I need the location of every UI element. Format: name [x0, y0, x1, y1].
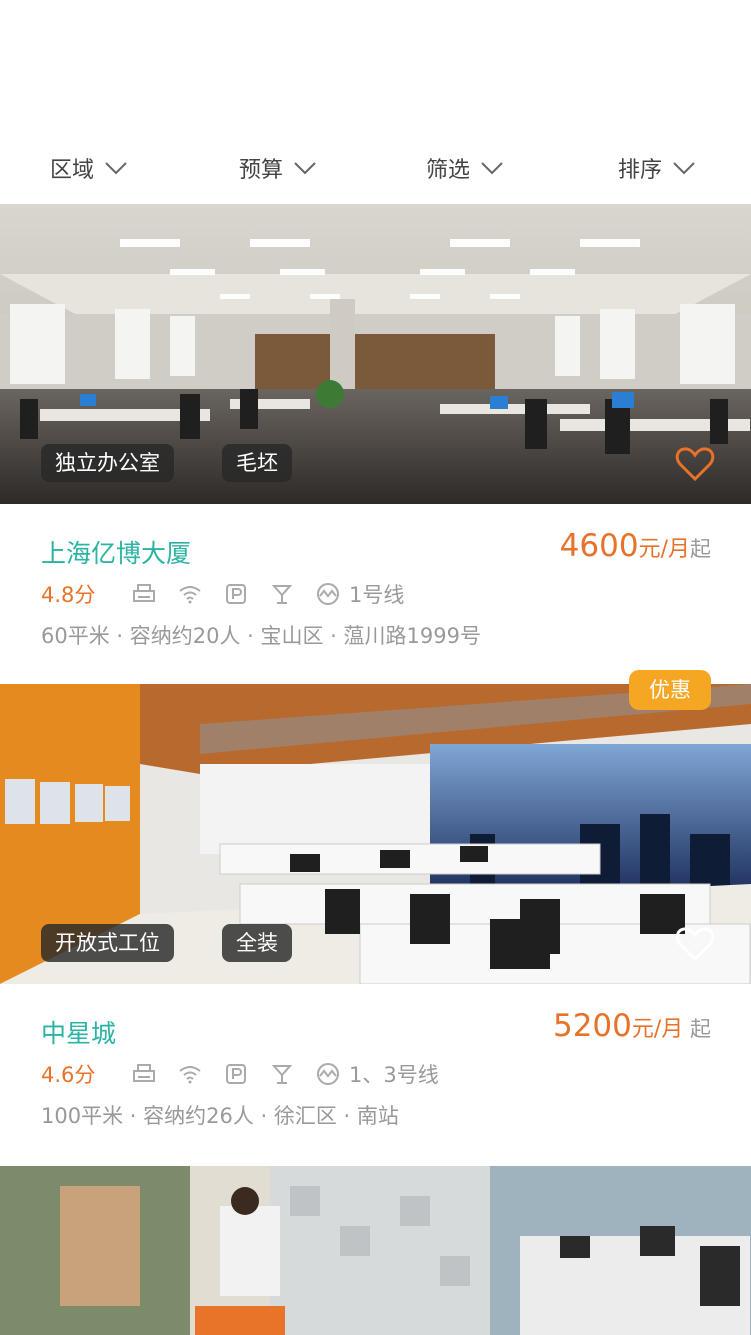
- promo-badge: 优惠: [629, 670, 711, 710]
- chevron-down-icon: [481, 162, 503, 175]
- listing-tag-decoration: 毛坯: [222, 444, 292, 482]
- metro-lines: 1、3号线: [349, 1063, 439, 1087]
- listing-price: 5200元/月 起: [553, 1008, 711, 1044]
- rating-score: 4.8分: [41, 583, 96, 607]
- listing-name[interactable]: 上海亿博大厦: [41, 534, 191, 570]
- rating-score: 4.6分: [41, 1063, 96, 1087]
- price-suffix: 起: [690, 537, 711, 561]
- printer-icon: [133, 584, 155, 602]
- price-value: 5200: [552, 1008, 632, 1044]
- price-suffix: 起: [683, 1017, 711, 1041]
- listing-meta: 4.6分 1、3号线: [41, 1060, 439, 1088]
- price-value: 4600: [559, 528, 639, 564]
- listing-address: 100平米 · 容纳约26人 · 徐汇区 · 南站: [41, 1104, 399, 1128]
- parking-icon: [226, 584, 246, 604]
- listing-card[interactable]: [0, 1166, 751, 1335]
- printer-icon: [133, 1064, 155, 1082]
- listing-info: 上海亿博大厦 4600元/月起 4.8分 1号线 60平米 · 容纳约20人 ·…: [0, 504, 751, 684]
- listing-meta: 4.8分 1号线: [41, 580, 404, 608]
- amenities: 1号线: [131, 579, 404, 609]
- listing-tag-type: 开放式工位: [41, 924, 174, 962]
- wifi-icon: [179, 586, 201, 604]
- listing-card[interactable]: 独立办公室 毛坯 上海亿博大厦 4600元/月起 4.8分 1号线 60平米 ·…: [0, 204, 751, 684]
- filter-more-label: 筛选: [426, 158, 471, 183]
- office-photo-image: [0, 1166, 751, 1335]
- parking-icon: [226, 1064, 246, 1084]
- filter-budget[interactable]: 预算: [239, 145, 317, 191]
- filter-budget-label: 预算: [239, 158, 284, 183]
- metro-icon: [317, 1063, 339, 1085]
- filter-more[interactable]: 筛选: [426, 145, 504, 191]
- listing-name[interactable]: 中星城: [41, 1014, 116, 1050]
- wifi-icon: [179, 1066, 201, 1084]
- listing-address: 60平米 · 容纳约20人 · 宝山区 · 蕰川路1999号: [41, 624, 481, 648]
- amenities: 1、3号线: [131, 1059, 439, 1089]
- filter-bar: 区域 预算 筛选 排序: [0, 145, 751, 191]
- cocktail-icon: [271, 585, 293, 604]
- chevron-down-icon: [673, 162, 695, 175]
- listing-price: 4600元/月起: [560, 528, 711, 564]
- filter-sort[interactable]: 排序: [618, 145, 696, 191]
- listing-photo: [0, 1166, 751, 1335]
- filter-sort-label: 排序: [618, 158, 663, 183]
- listing-tag-type: 独立办公室: [41, 444, 174, 482]
- price-unit: 元/月: [638, 537, 690, 562]
- listing-photo: 开放式工位 全装: [0, 684, 751, 984]
- chevron-down-icon: [105, 162, 127, 175]
- listing-photo: 独立办公室 毛坯: [0, 204, 751, 504]
- filter-region[interactable]: 区域: [50, 145, 128, 191]
- listing-tag-decoration: 全装: [222, 924, 292, 962]
- filter-region-label: 区域: [50, 158, 95, 183]
- listing-card[interactable]: 优惠 开放式工位 全装 中星城 5200元/月 起 4.6分 1、3号线 100…: [0, 670, 751, 1164]
- cocktail-icon: [271, 1065, 293, 1084]
- price-unit: 元/月: [631, 1017, 684, 1042]
- metro-lines: 1号线: [349, 583, 405, 607]
- listing-info: 中星城 5200元/月 起 4.6分 1、3号线 100平米 · 容纳约26人 …: [0, 984, 751, 1164]
- chevron-down-icon: [294, 162, 316, 175]
- heart-icon[interactable]: [675, 446, 715, 482]
- metro-icon: [317, 583, 339, 605]
- heart-icon[interactable]: [675, 926, 715, 962]
